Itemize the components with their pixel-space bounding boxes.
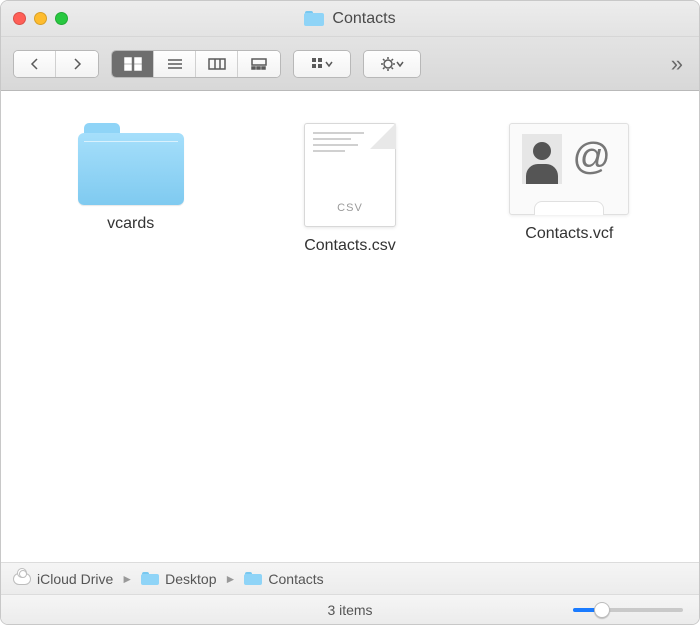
document-icon: csv (304, 123, 396, 227)
icon-size-slider[interactable] (573, 608, 683, 612)
cloud-icon (13, 573, 31, 585)
item-label: vcards (107, 215, 154, 233)
path-label: Contacts (268, 571, 323, 587)
folder-icon (304, 11, 324, 26)
gear-icon (364, 51, 420, 77)
gallery-view-button[interactable] (238, 51, 280, 77)
at-sign-icon: @ (572, 136, 611, 179)
back-button[interactable] (14, 51, 56, 77)
person-silhouette-icon (522, 134, 562, 184)
status-text: 3 items (327, 602, 372, 618)
path-item-desktop[interactable]: Desktop (141, 571, 216, 587)
path-label: iCloud Drive (37, 571, 113, 587)
titlebar: Contacts (1, 1, 699, 37)
toolbar-overflow-icon[interactable]: » (667, 51, 687, 77)
file-extension-label: csv (305, 202, 395, 214)
chevron-right-icon: ► (119, 572, 135, 586)
list-view-button[interactable] (154, 51, 196, 77)
chevron-right-icon: ► (223, 572, 239, 586)
traffic-lights (13, 12, 68, 25)
toolbar: » (1, 37, 699, 91)
path-item-contacts[interactable]: Contacts (244, 571, 323, 587)
window-title: Contacts (332, 10, 395, 28)
content-area[interactable]: vcards csv Contacts.csv @ Contacts.vcf (1, 91, 699, 562)
icon-view-button[interactable] (112, 51, 154, 77)
close-button[interactable] (13, 12, 26, 25)
slider-thumb[interactable] (594, 602, 610, 618)
minimize-button[interactable] (34, 12, 47, 25)
folder-icon (244, 572, 262, 585)
view-mode-buttons (111, 50, 281, 78)
item-file-csv[interactable]: csv Contacts.csv (240, 123, 459, 255)
item-file-vcf[interactable]: @ Contacts.vcf (460, 123, 679, 243)
forward-button[interactable] (56, 51, 98, 77)
path-bar: iCloud Drive ► Desktop ► Contacts (1, 562, 699, 594)
finder-window: Contacts (0, 0, 700, 625)
item-folder[interactable]: vcards (21, 123, 240, 233)
group-by-icon (294, 51, 350, 77)
item-label: Contacts.vcf (525, 225, 613, 243)
group-by-button[interactable] (293, 50, 351, 78)
vcard-icon: @ (509, 123, 629, 215)
folder-icon (141, 572, 159, 585)
path-label: Desktop (165, 571, 216, 587)
maximize-button[interactable] (55, 12, 68, 25)
nav-buttons (13, 50, 99, 78)
column-view-button[interactable] (196, 51, 238, 77)
action-button[interactable] (363, 50, 421, 78)
path-item-icloud[interactable]: iCloud Drive (13, 571, 113, 587)
title-center: Contacts (1, 10, 699, 28)
slider-track (573, 608, 683, 612)
folder-icon (78, 123, 184, 205)
status-bar: 3 items (1, 594, 699, 624)
item-label: Contacts.csv (304, 237, 396, 255)
